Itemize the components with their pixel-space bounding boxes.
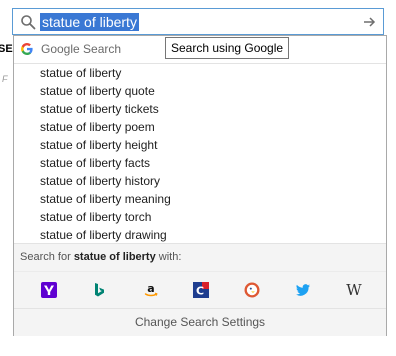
bing-icon	[95, 283, 104, 297]
tooltip: Search using Google	[165, 37, 290, 59]
one-off-engines-bar: a C W	[14, 271, 386, 308]
search-for-text: Search for statue of liberty with:	[20, 251, 181, 263]
engine-button-amazon[interactable]: a	[131, 277, 171, 303]
suggestion-item[interactable]: statue of liberty history	[14, 172, 386, 190]
duckduckgo-icon	[244, 282, 260, 298]
search-for-term: statue of liberty	[73, 251, 156, 263]
background-partial-text-small: F	[2, 74, 8, 84]
suggestion-item[interactable]: statue of liberty	[14, 64, 386, 82]
suggestion-list: statue of liberty statue of liberty quot…	[14, 64, 386, 244]
svg-text:a: a	[147, 282, 154, 295]
suggestion-item[interactable]: statue of liberty torch	[14, 208, 386, 226]
default-engine-label: Google Search	[41, 42, 122, 56]
suggestion-item[interactable]: statue of liberty height	[14, 136, 386, 154]
suggestion-item[interactable]: statue of liberty quote	[14, 82, 386, 100]
engine-button-yahoo[interactable]	[29, 277, 69, 303]
engine-button-twitter[interactable]	[283, 277, 323, 303]
search-input[interactable]: statue of liberty	[40, 13, 139, 31]
svg-text:C: C	[196, 285, 204, 298]
engine-button-chambers[interactable]: C	[181, 277, 221, 303]
search-for-prefix: Search for	[20, 251, 74, 263]
search-bar[interactable]: statue of liberty	[12, 8, 384, 35]
engine-button-bing[interactable]	[79, 277, 119, 303]
change-search-settings-button[interactable]: Change Search Settings	[14, 308, 386, 336]
twitter-icon	[295, 284, 310, 296]
google-icon	[21, 43, 33, 55]
search-suggestions-popup: Google Search statue of liberty statue o…	[13, 35, 387, 336]
chambers-icon: C	[193, 282, 209, 298]
yahoo-icon	[41, 282, 57, 298]
suggestion-item[interactable]: statue of liberty meaning	[14, 190, 386, 208]
change-search-settings-label: Change Search Settings	[134, 315, 266, 329]
engine-button-wikipedia[interactable]: W	[333, 277, 373, 303]
suggestion-item[interactable]: statue of liberty facts	[14, 154, 386, 172]
arrow-right-icon[interactable]	[361, 14, 377, 30]
svg-text:W: W	[346, 282, 362, 298]
suggestion-item[interactable]: statue of liberty poem	[14, 118, 386, 136]
wikipedia-icon: W	[346, 282, 362, 298]
search-for-suffix: with:	[155, 251, 182, 263]
suggestion-item[interactable]: statue of liberty drawing	[14, 226, 386, 244]
search-for-with-label: Search for statue of liberty with:	[14, 243, 386, 271]
search-icon	[21, 15, 36, 30]
amazon-icon: a	[144, 282, 158, 297]
suggestion-item[interactable]: statue of liberty tickets	[14, 100, 386, 118]
engine-button-duckduckgo[interactable]	[232, 277, 272, 303]
